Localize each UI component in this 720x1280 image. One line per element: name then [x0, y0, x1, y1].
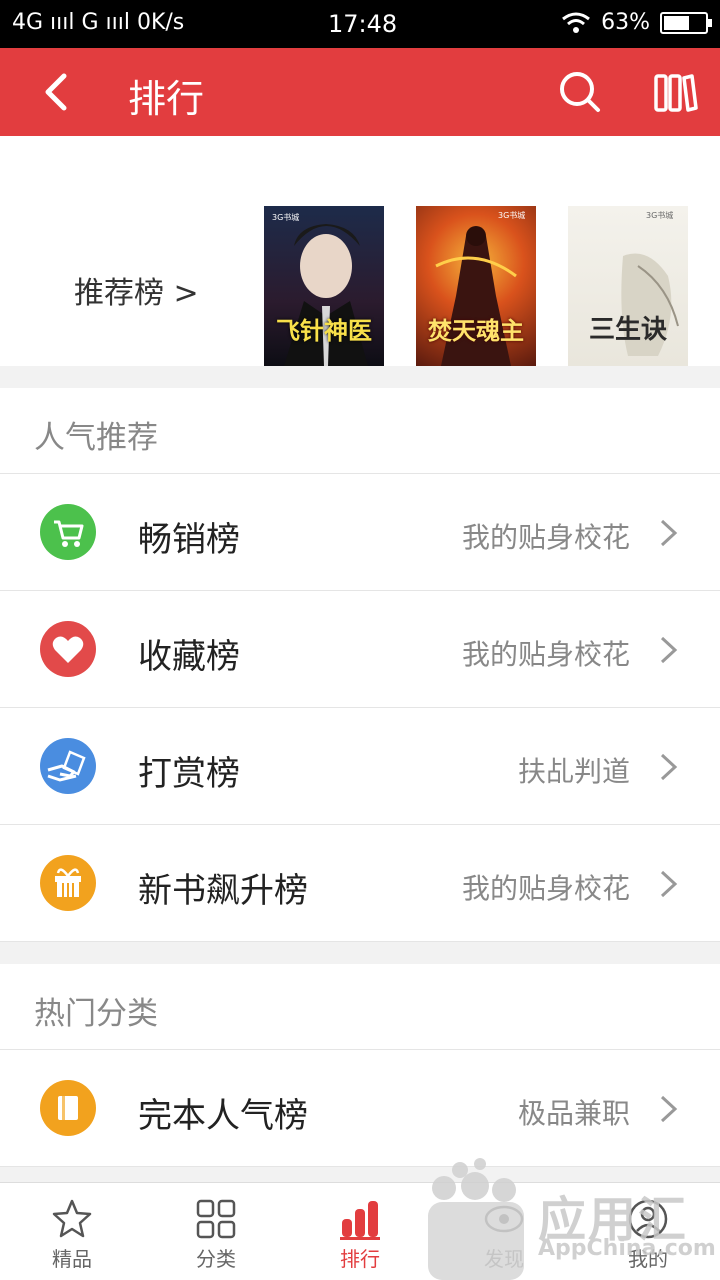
section-heading: 热门分类 [0, 964, 720, 1050]
chevron-right-icon [660, 870, 678, 898]
cover-brand: 3G书城 [646, 210, 673, 220]
grid-icon [196, 1199, 236, 1239]
rank-name: 收藏榜 [138, 637, 240, 677]
star-icon [52, 1199, 92, 1238]
watermark-logo [428, 1158, 524, 1280]
rank-top-book: 极品兼职 [517, 1097, 630, 1130]
book-cover-1[interactable]: 3G书城 飞针神医 [264, 206, 384, 366]
rank-row-favorites[interactable]: 收藏榜 我的贴身校花 [0, 591, 720, 708]
nav-category[interactable]: 分类 [144, 1183, 288, 1280]
app-header: 排行 [0, 48, 720, 136]
cover-brand: 3G书城 [272, 212, 299, 222]
chevron-right-icon [660, 519, 678, 547]
rank-top-book: 扶乩判道 [517, 755, 630, 788]
nav-label: 分类 [196, 1247, 236, 1271]
status-signal: 4G ıııl G ıııl 0K/s [12, 10, 185, 35]
chevron-right-icon [660, 636, 678, 664]
rank-top-book: 我的贴身校花 [461, 872, 630, 905]
cover-brand: 3G书城 [498, 210, 525, 220]
nav-label: 精品 [52, 1247, 92, 1271]
back-arrow-icon[interactable] [36, 70, 80, 114]
rank-row-bestseller[interactable]: 畅销榜 我的贴身校花 [0, 474, 720, 591]
watermark-sub: AppChina.com [538, 1236, 716, 1261]
appchina-watermark: 应用汇 AppChina.com [420, 1150, 720, 1280]
cart-icon [40, 504, 96, 560]
recommend-section: 推荐榜 > 3G书城 飞针神医 3G书城 焚天魂主 3G书城 三生诀 [0, 136, 720, 366]
cover-title: 飞针神医 [276, 317, 372, 345]
status-right: 63% [561, 10, 712, 35]
search-icon[interactable] [556, 68, 604, 116]
battery-icon [660, 11, 712, 34]
rank-top-book: 我的贴身校花 [461, 638, 630, 671]
recommend-link[interactable]: 推荐榜 > [74, 268, 199, 312]
page-title: 排行 [128, 77, 205, 121]
rank-top-book: 我的贴身校花 [461, 521, 630, 554]
rank-row-new-rising[interactable]: 新书飙升榜 我的贴身校花 [0, 825, 720, 942]
bookshelf-icon[interactable] [652, 68, 700, 116]
rank-name: 打赏榜 [138, 754, 240, 794]
rank-name: 完本人气榜 [138, 1096, 308, 1136]
status-time: 17:48 [328, 10, 398, 38]
nav-label: 排行 [340, 1247, 380, 1271]
nav-ranking[interactable]: 排行 [288, 1183, 432, 1280]
battery-fill [664, 15, 689, 30]
hand-money-icon [40, 738, 96, 794]
bar-chart-icon [340, 1201, 380, 1240]
book-icon [40, 1080, 96, 1136]
chevron-right-icon [660, 753, 678, 781]
chevron-right-icon [660, 1095, 678, 1123]
status-bar: 4G ıııl G ıııl 0K/s 17:48 63% [0, 0, 720, 48]
wifi-icon [562, 12, 591, 33]
cover-title: 焚天魂主 [428, 317, 524, 345]
rank-name: 新书飙升榜 [138, 871, 308, 911]
rank-name: 畅销榜 [138, 520, 240, 560]
rank-row-rewards[interactable]: 打赏榜 扶乩判道 [0, 708, 720, 825]
gift-icon [40, 855, 96, 911]
hot-category-section: 热门分类 完本人气榜 极品兼职 [0, 964, 720, 1167]
section-heading: 人气推荐 [0, 388, 720, 474]
book-cover-2[interactable]: 3G书城 焚天魂主 [416, 206, 536, 366]
cover-title: 三生诀 [588, 315, 667, 345]
battery-percent: 63% [601, 10, 650, 35]
book-cover-3[interactable]: 3G书城 三生诀 [568, 206, 688, 366]
nav-featured[interactable]: 精品 [0, 1183, 144, 1280]
heart-icon [40, 621, 96, 677]
popular-section: 人气推荐 畅销榜 我的贴身校花 收藏榜 我的贴身校花 打赏榜 扶乩判道 新书飙升… [0, 388, 720, 942]
